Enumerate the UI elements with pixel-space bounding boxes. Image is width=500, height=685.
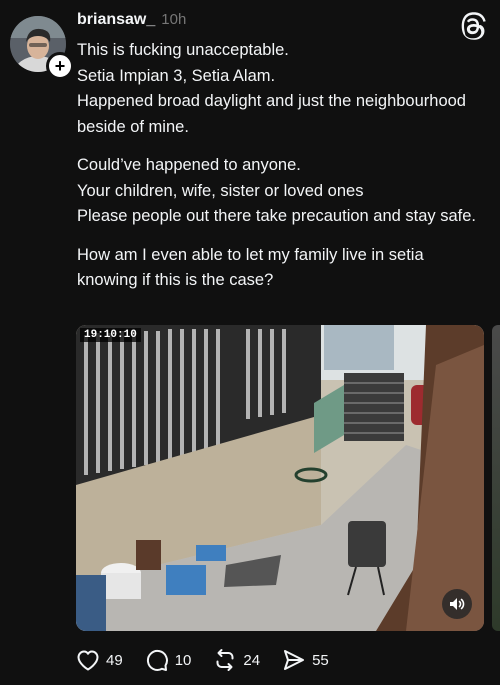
share-button[interactable]: 55: [282, 648, 329, 672]
comment-icon: [146, 649, 168, 671]
like-button[interactable]: 49: [76, 649, 123, 671]
comment-count: 10: [174, 651, 192, 669]
repost-button[interactable]: 24: [213, 648, 260, 672]
heart-icon: [77, 650, 99, 671]
post-line: How am I even able to let my family live…: [77, 245, 424, 290]
post-line: Your children, wife, sister or loved one…: [77, 181, 364, 200]
like-count: 49: [106, 651, 123, 669]
post-line: Could’ve happened to anyone.: [77, 156, 301, 174]
comment-button[interactable]: 10: [145, 648, 192, 672]
video-timestamp: 19:10:10: [80, 328, 141, 342]
action-bar: 49 10 24 55: [76, 648, 351, 672]
post-time: 10h: [161, 11, 187, 28]
repost-icon: [216, 649, 234, 671]
username[interactable]: briansaw_: [77, 11, 155, 29]
post-line: Happened broad daylight and just the nei…: [77, 92, 466, 136]
send-icon: [284, 650, 305, 670]
post-body: This is fucking unacceptable. Setia Impi…: [77, 38, 477, 294]
follow-plus-icon[interactable]: +: [46, 52, 74, 80]
video-player[interactable]: 19:10:10: [76, 325, 484, 631]
post-line: Please people out there take precaution …: [77, 207, 477, 225]
post-line: Setia Impian 3, Setia Alam.: [77, 66, 276, 85]
repost-count: 24: [243, 651, 261, 669]
next-media-preview[interactable]: [492, 325, 500, 631]
sound-toggle-button[interactable]: [442, 589, 472, 619]
share-count: 55: [312, 651, 329, 669]
post-line: This is fucking unacceptable.: [77, 41, 289, 59]
threads-logo-icon[interactable]: [460, 12, 486, 40]
speaker-icon: [450, 598, 465, 610]
